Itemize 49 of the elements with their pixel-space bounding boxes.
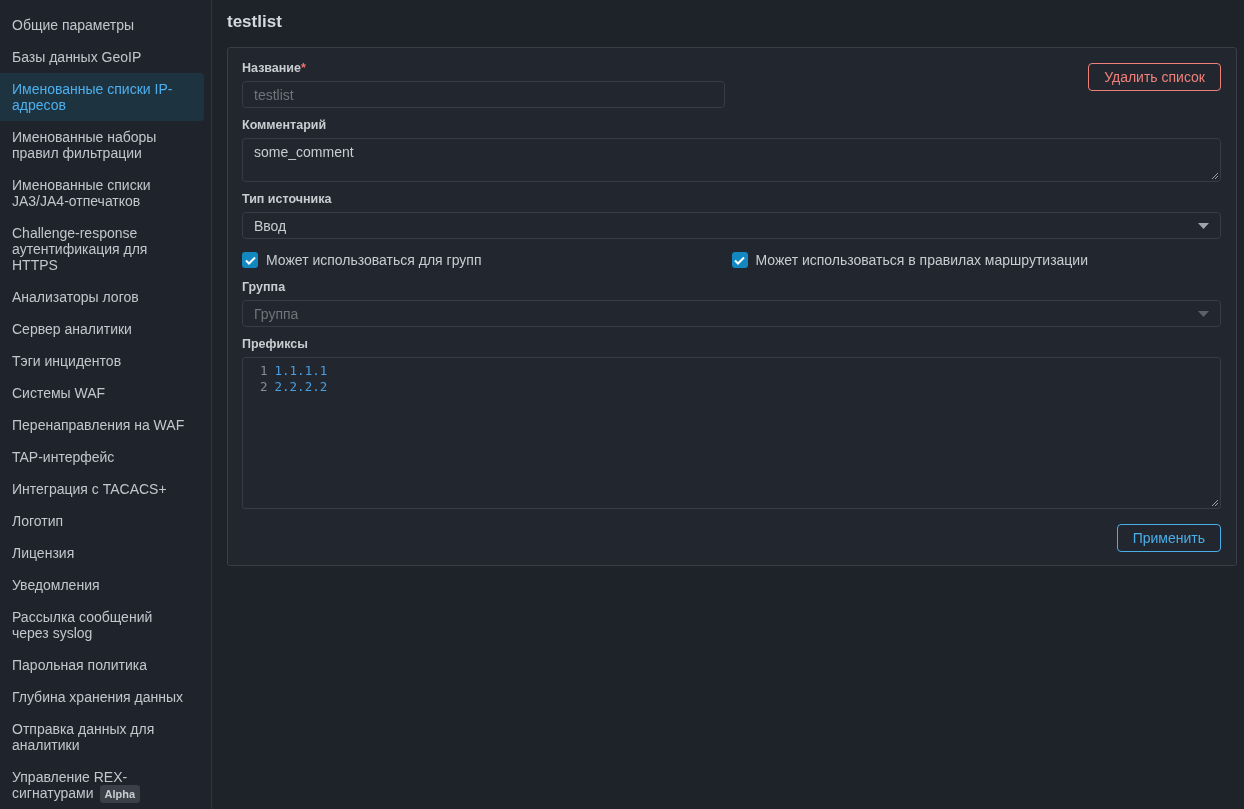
sidebar-item[interactable]: Парольная политика [0, 649, 204, 681]
field-label: Префиксы [242, 337, 309, 352]
checkbox-text: Может использоваться в правилах маршрутизации [755, 252, 1088, 268]
sidebar-item[interactable]: Системы WAF [0, 377, 204, 409]
sidebar-item[interactable]: Именованные наборы правил фильтрации [0, 121, 204, 169]
comment-field[interactable]: some_comment [242, 138, 1221, 182]
sidebar-item[interactable]: Глубина хранения данных [0, 681, 204, 713]
line-number: 2 [260, 379, 268, 395]
line-number: 1 [260, 363, 268, 379]
sidebar-item[interactable]: Тэги инцидентов [0, 345, 204, 377]
sidebar-item[interactable]: Управление REX-сигнатурами Alpha [0, 761, 204, 809]
sidebar-item[interactable]: TAP-интерфейс [0, 441, 204, 473]
resize-grip-icon [1211, 499, 1219, 507]
checkbox[interactable] [242, 252, 258, 268]
sidebar-item[interactable]: Базы данных GeoIP [0, 41, 204, 73]
sidebar-item[interactable]: Общие параметры [0, 9, 204, 41]
sidebar-item[interactable]: Challenge-response аутентификация для HTTPS [0, 217, 204, 281]
field-label: Тип источника [242, 192, 333, 207]
delete-list-button[interactable]: Удалить список [1088, 63, 1221, 91]
dropdown-caret-icon [1198, 222, 1209, 229]
sidebar-item[interactable]: Перенаправления на WAF [0, 409, 204, 441]
sidebar-item[interactable]: Лицензия [0, 537, 204, 569]
sidebar-item[interactable]: Уведомления [0, 569, 204, 601]
code-line: 2.2.2.2 [274, 379, 328, 395]
field-label: Название* [242, 61, 307, 76]
checkbox-label[interactable]: Может использоваться в правилах маршрутизации [731, 252, 1221, 268]
sidebar-item[interactable]: Именованные списки IP-адресов [0, 73, 204, 121]
dropdown-caret-icon [1198, 310, 1209, 317]
checkmark-icon [734, 255, 745, 265]
resize-grip-icon [1211, 172, 1219, 180]
checkbox[interactable] [731, 252, 748, 268]
sidebar-item[interactable]: Отправка данных для аналитики [0, 713, 204, 761]
checkmark-icon [244, 255, 256, 265]
apply-button[interactable]: Применить [1116, 524, 1221, 552]
field-label: Группа [242, 280, 287, 295]
sidebar-item[interactable]: Сервер аналитики [0, 313, 204, 345]
checkbox-label[interactable]: Может использоваться для групп [242, 252, 732, 268]
field-label: Комментарий [242, 118, 328, 133]
sidebar-item[interactable]: Анализаторы логов [0, 281, 204, 313]
sidebar-item[interactable]: Именованные списки JA3/JA4-отпечатков [0, 169, 204, 217]
checkbox-text: Может использоваться для групп [266, 252, 482, 268]
sidebar-item[interactable]: Логотип [0, 505, 204, 537]
sidebar-item[interactable]: Интеграция с TACACS+ [0, 473, 204, 505]
source-type-select[interactable]: Ввод [242, 212, 1221, 239]
code-line: 1.1.1.1 [274, 363, 328, 379]
page-title: testlist [227, 12, 283, 32]
prefixes-editor[interactable]: 1 1.1.1.1 2 2.2.2.2 [242, 357, 1221, 509]
sidebar-item[interactable]: Рассылка сообщений через syslog [0, 601, 204, 649]
alpha-badge: Alpha [99, 785, 141, 803]
